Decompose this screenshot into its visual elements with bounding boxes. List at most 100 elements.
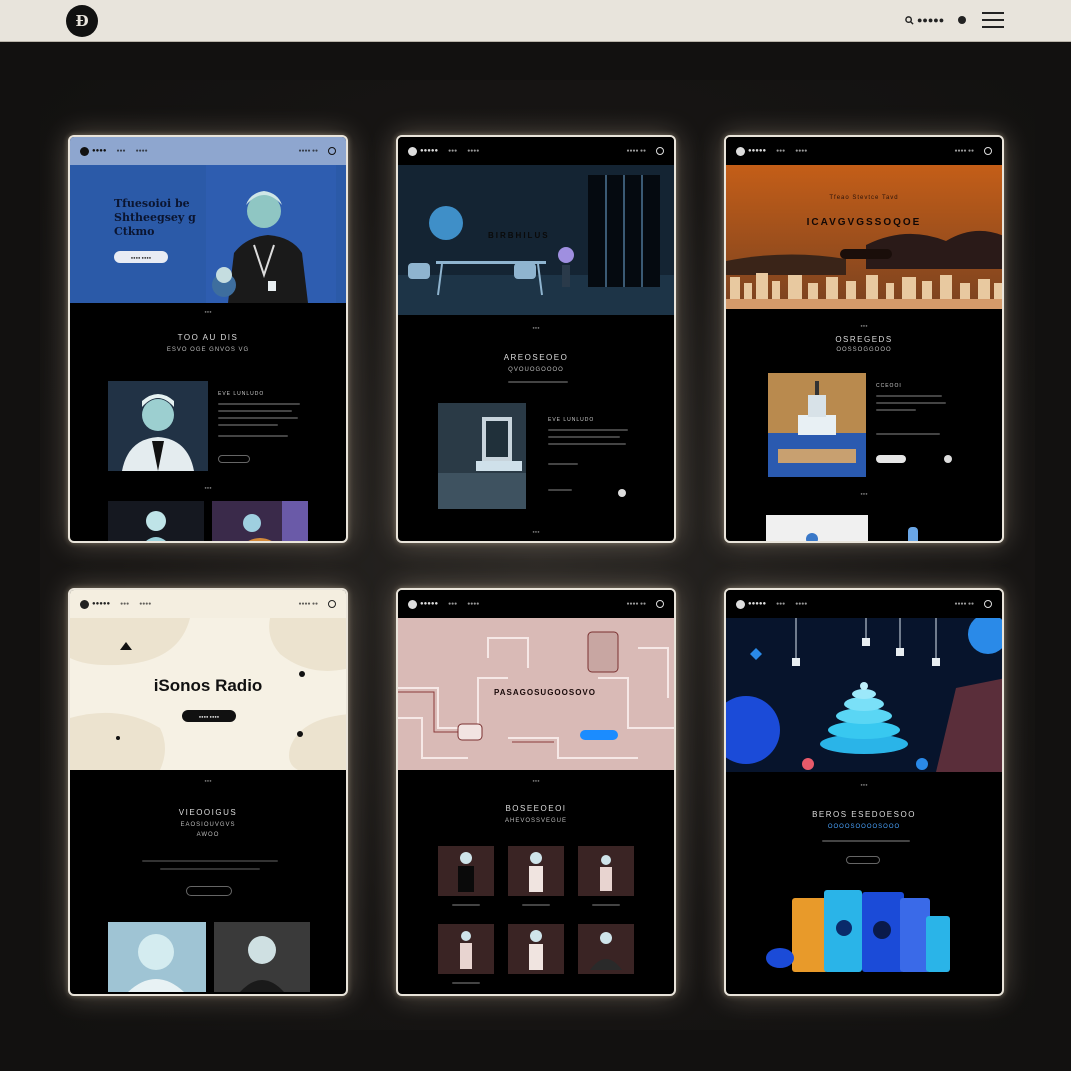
read-more-button[interactable] [186, 886, 232, 896]
card-nav-link[interactable]: ●●●● [467, 148, 479, 154]
card-nav: ●●●●● ●●● ●●●● ●●●● ●● [398, 137, 674, 165]
thumbnail-image[interactable] [108, 501, 204, 541]
card-nav-link[interactable]: ●●●● [139, 601, 151, 607]
top-app-bar: Ð ●●●●● [0, 0, 1071, 42]
hero-cta-button[interactable] [840, 249, 892, 259]
section-title: TOO AU DIS [177, 333, 239, 342]
doctor-illustration [206, 165, 336, 303]
product-image[interactable] [508, 846, 564, 896]
figure-illustration [529, 852, 543, 892]
card-nav-toggle-icon[interactable] [984, 600, 992, 608]
skyline-illustration [726, 165, 1002, 309]
card-nav-link[interactable]: ●●●● ●● [626, 148, 646, 154]
text-line [548, 443, 626, 445]
product-image[interactable] [438, 924, 494, 974]
text-line [160, 868, 260, 870]
card-brand: ●●●●● [736, 599, 766, 609]
card-nav-link[interactable]: ●●●● ●● [954, 601, 974, 607]
hamburger-menu-icon[interactable] [982, 10, 1004, 30]
product-image[interactable] [438, 846, 494, 896]
card-nav-toggle-icon[interactable] [328, 600, 336, 608]
read-more-button[interactable] [846, 856, 880, 864]
text-line [548, 436, 620, 438]
card-nav-link[interactable]: ●●● [120, 601, 129, 607]
card-nav-link[interactable]: ●●● [448, 148, 457, 154]
article-image[interactable] [438, 403, 526, 509]
hero-cta-button[interactable] [580, 730, 618, 740]
thumbnail-image[interactable] [766, 515, 868, 541]
card-nav-toggle-icon[interactable] [984, 147, 992, 155]
thumbnail-image[interactable] [108, 922, 206, 992]
website-card-radio[interactable]: ●●●●● ●●● ●●●● ●●●● ●● iSonos Radio ●●●●… [68, 588, 348, 996]
card-hero: PASAGOSUGOOSOVO [398, 618, 674, 770]
account-dot-icon[interactable] [958, 16, 966, 24]
figure-illustration [600, 855, 612, 891]
text-line [876, 402, 946, 404]
next-arrow-icon[interactable] [618, 489, 626, 497]
product-packs-illustration[interactable] [766, 888, 966, 978]
interior-illustration [398, 165, 674, 315]
website-card-skyline[interactable]: ●●●●● ●●● ●●●● ●●●● ●● Tfeao Stevtce Tav… [724, 135, 1004, 543]
card-nav-link[interactable]: ●●●● [795, 601, 807, 607]
card-nav-link[interactable]: ●●● [776, 148, 785, 154]
figure-illustration [590, 932, 622, 970]
card-hero: Tfuesoioi be Shtheegsey g Ctkmo ●●●● ●●●… [70, 165, 346, 303]
search-button[interactable]: ●●●●● [905, 15, 944, 25]
website-card-medical[interactable]: ●●●● ●●● ●●●● ●●●● ●● Tfuesoioi be Shthe… [68, 135, 348, 543]
text-line [876, 409, 916, 411]
section-title: BEROS ESEDOESOO [812, 810, 916, 819]
read-more-button[interactable] [876, 455, 906, 463]
app-logo[interactable]: Ð [66, 5, 98, 37]
card-nav-link[interactable]: ●●●● [467, 601, 479, 607]
website-card-products[interactable]: ●●●●● ●●● ●●●● ●●●● ●● ●●● BEROS ESEDOES… [724, 588, 1004, 996]
hero-cta-button[interactable]: ●●●● ●●●● [182, 710, 236, 722]
card-nav-link[interactable]: ●●● [448, 601, 457, 607]
card-nav-link[interactable]: ●●●● [795, 148, 807, 154]
search-icon [905, 15, 914, 25]
brand-logo-icon [736, 146, 745, 156]
brand-logo-icon [408, 146, 417, 156]
next-arrow-icon[interactable] [944, 455, 952, 463]
text-line [218, 424, 278, 426]
thumbnail-illustration [243, 501, 308, 541]
portrait-illustration [108, 922, 206, 992]
section-tag: ●●● [860, 491, 868, 496]
card-nav-toggle-icon[interactable] [328, 147, 336, 155]
card-nav-link[interactable]: ●●●● [136, 148, 148, 154]
section-tag: ●●● [532, 529, 540, 534]
card-hero: BIRBHILUS [398, 165, 674, 315]
product-image[interactable] [578, 846, 634, 896]
card-nav-link[interactable]: ●●● [776, 601, 785, 607]
card-nav-link[interactable]: ●●●● ●● [626, 601, 646, 607]
section-title: OSREGEDS [835, 335, 893, 344]
card-nav-link[interactable]: ●●●● ●● [954, 148, 974, 154]
text-line [548, 463, 578, 465]
card-nav-link[interactable]: ●●●● ●● [298, 148, 318, 154]
product-image[interactable] [508, 924, 564, 974]
article-image[interactable] [768, 373, 866, 477]
thumbnail-image[interactable] [212, 501, 308, 541]
section-title: VIEOOIGUS [178, 808, 238, 817]
card-nav-link[interactable]: ●●●● ●● [298, 601, 318, 607]
card-nav-link[interactable]: ●●● [117, 148, 126, 154]
section-tag: ●●● [204, 778, 212, 783]
section-subtitle: OOSSOGGOOO [836, 347, 892, 353]
card-nav-toggle-icon[interactable] [656, 147, 664, 155]
product-image[interactable] [578, 924, 634, 974]
hero-kicker: Tfeao Stevtce Tavd [829, 195, 899, 201]
card-hero: iSonos Radio ●●●● ●●●● [70, 618, 346, 770]
thumbnail-image[interactable] [214, 922, 310, 992]
website-card-pipes[interactable]: ●●●●● ●●● ●●●● ●●●● ●● PASAGOSUGOOSOVO ●… [396, 588, 676, 996]
hero-cta-button[interactable]: ●●●● ●●●● [114, 251, 168, 263]
text-line [508, 381, 568, 383]
article-image[interactable] [108, 381, 208, 471]
logo-glyph: Ð [75, 12, 89, 30]
card-hero [726, 618, 1002, 772]
hero-title: ICAVGVGSSOQOE [806, 217, 922, 228]
card-nav-toggle-icon[interactable] [656, 600, 664, 608]
website-card-interior[interactable]: ●●●●● ●●● ●●●● ●●●● ●● BIRBHILUS ●●● ARE… [396, 135, 676, 543]
read-more-button[interactable] [218, 455, 250, 463]
brand-logo-icon [80, 146, 89, 156]
card-brand: ●●●●● [80, 599, 110, 609]
section-subtitle-2: AWOO [196, 832, 220, 838]
